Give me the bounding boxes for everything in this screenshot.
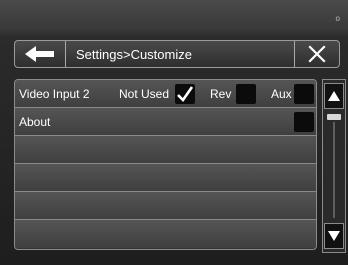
list-item: [15, 164, 316, 192]
triangle-up-icon: [328, 91, 340, 101]
list-item: [15, 220, 316, 248]
aux-label: Aux: [271, 86, 292, 101]
rev-label: Rev: [210, 86, 232, 101]
triangle-down-icon: [328, 231, 340, 241]
list-item: [15, 192, 316, 220]
close-button[interactable]: [294, 41, 339, 67]
row-label: About: [19, 114, 51, 129]
list-item-about[interactable]: About: [15, 108, 316, 136]
list-item-video-input-2: Video Input 2 Not Used Rev Aux: [15, 80, 316, 108]
screen: o Settings>Customize Video Input 2 Not U…: [0, 0, 348, 265]
settings-list: Video Input 2 Not Used Rev Aux About: [14, 79, 317, 250]
status-text: o: [335, 14, 340, 23]
scrollbar[interactable]: [322, 79, 346, 253]
scroll-thumb[interactable]: [327, 114, 341, 120]
scroll-down-button[interactable]: [324, 223, 344, 249]
left-arrow-icon: [25, 46, 54, 62]
about-checkbox[interactable]: [294, 112, 314, 132]
title-bar: Settings>Customize: [14, 40, 340, 68]
aux-checkbox[interactable]: [294, 84, 314, 104]
close-icon: [308, 45, 326, 63]
back-button[interactable]: [15, 41, 66, 67]
scroll-up-button[interactable]: [324, 83, 344, 109]
list-item: [15, 136, 316, 164]
scroll-track[interactable]: [333, 122, 335, 218]
rev-checkbox[interactable]: [236, 84, 256, 104]
checkmark-icon: [177, 86, 194, 103]
not-used-label: Not Used: [119, 86, 170, 101]
row-label: Video Input 2: [19, 86, 90, 101]
not-used-checkbox[interactable]: [175, 84, 195, 104]
page-title: Settings>Customize: [76, 46, 192, 62]
